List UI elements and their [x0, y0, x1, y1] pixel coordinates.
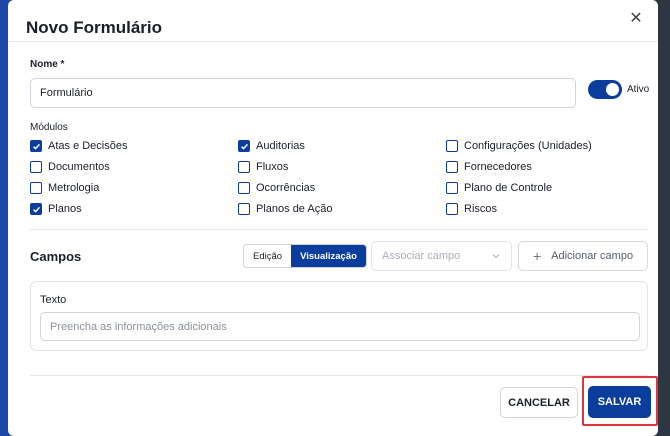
associate-field-select[interactable]: Associar campo	[371, 241, 512, 271]
fields-section-title: Campos	[30, 249, 82, 264]
checkbox-unchecked[interactable]	[446, 182, 458, 194]
checkbox-unchecked[interactable]	[238, 182, 250, 194]
checkbox-unchecked[interactable]	[446, 140, 458, 152]
tab-edicao[interactable]: Edição	[244, 245, 292, 267]
active-toggle-label: Ativo	[627, 84, 650, 95]
module-checkbox-item[interactable]: Documentos	[30, 161, 110, 173]
module-checkbox-item[interactable]: Auditorias	[238, 140, 305, 152]
tab-visualizacao[interactable]: Visualização	[291, 245, 366, 267]
checkbox-checked[interactable]	[30, 140, 42, 152]
modules-divider	[30, 229, 648, 230]
save-button[interactable]: SALVAR	[588, 386, 651, 418]
checkbox-unchecked[interactable]	[238, 203, 250, 215]
check-icon	[32, 206, 40, 213]
text-field-placeholder: Preencha as informações adicionais	[50, 320, 227, 333]
checkbox-checked[interactable]	[30, 203, 42, 215]
chevron-down-icon	[492, 254, 500, 259]
checkbox-unchecked[interactable]	[30, 161, 42, 173]
checkbox-unchecked[interactable]	[238, 161, 250, 173]
check-icon	[240, 143, 248, 150]
module-label: Auditorias	[256, 140, 305, 152]
module-label: Plano de Controle	[464, 182, 553, 194]
module-checkbox-item[interactable]: Fornecedores	[446, 161, 532, 173]
module-checkbox-item[interactable]: Planos	[30, 203, 82, 215]
module-label: Atas e Decisões	[48, 140, 128, 152]
footer-divider	[30, 375, 648, 376]
module-label: Documentos	[48, 161, 110, 173]
checkbox-unchecked[interactable]	[446, 203, 458, 215]
module-label: Riscos	[464, 203, 498, 215]
mode-tabs: Edição Visualização	[243, 244, 367, 268]
module-label: Planos de Ação	[256, 203, 333, 215]
module-label: Fluxos	[256, 161, 289, 173]
module-checkbox-item[interactable]: Plano de Controle	[446, 182, 552, 194]
name-label: Nome *	[30, 59, 65, 70]
name-input-value: Formulário	[40, 87, 93, 99]
text-field-input[interactable]: Preencha as informações adicionais	[40, 312, 640, 341]
module-checkbox-item[interactable]: Riscos	[446, 203, 497, 215]
text-field-card: Texto Preencha as informações adicionais	[30, 281, 648, 351]
module-checkbox-item[interactable]: Ocorrências	[238, 182, 315, 194]
header-divider	[8, 41, 658, 42]
modal-title: Novo Formulário	[26, 18, 163, 37]
module-checkbox-item[interactable]: Planos de Ação	[238, 203, 332, 215]
new-form-modal: Novo Formulário ✕ Nome * Formulário Ativ…	[8, 0, 658, 436]
module-label: Metrologia	[48, 182, 100, 194]
module-label: Fornecedores	[464, 161, 532, 173]
add-field-label: Adicionar campo	[551, 250, 634, 262]
module-checkbox-item[interactable]: Fluxos	[238, 161, 288, 173]
checkbox-checked[interactable]	[238, 140, 250, 152]
plus-icon: +	[532, 248, 542, 264]
backdrop-right	[656, 0, 670, 436]
module-checkbox-item[interactable]: Metrologia	[30, 182, 99, 194]
text-field-label: Texto	[40, 294, 67, 306]
module-checkbox-item[interactable]: Configurações (Unidades)	[446, 140, 592, 152]
module-label: Planos	[48, 203, 82, 215]
check-icon	[32, 143, 40, 150]
name-input[interactable]: Formulário	[30, 78, 576, 108]
add-field-button[interactable]: + Adicionar campo	[518, 241, 648, 271]
checkbox-unchecked[interactable]	[446, 161, 458, 173]
active-toggle[interactable]	[588, 80, 622, 99]
module-label: Ocorrências	[256, 182, 316, 194]
checkbox-unchecked[interactable]	[30, 182, 42, 194]
associate-field-placeholder: Associar campo	[382, 250, 461, 262]
module-checkbox-item[interactable]: Atas e Decisões	[30, 140, 127, 152]
module-label: Configurações (Unidades)	[464, 140, 592, 152]
toggle-knob	[606, 83, 619, 96]
close-icon[interactable]: ✕	[628, 10, 644, 28]
modules-label: Módulos	[30, 122, 68, 133]
cancel-button[interactable]: CANCELAR	[500, 387, 578, 418]
